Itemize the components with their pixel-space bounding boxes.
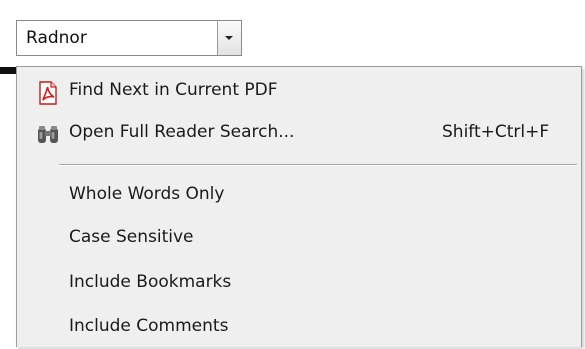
menu-item-label: Find Next in Current PDF — [69, 80, 278, 100]
menu-item-label: Include Bookmarks — [69, 272, 232, 292]
menu-item-include-comments[interactable]: Include Comments — [17, 307, 581, 349]
toolbar-edge — [0, 67, 16, 74]
menu-item-include-bookmarks[interactable]: Include Bookmarks — [17, 263, 581, 305]
binoculars-icon — [38, 126, 58, 143]
menu-item-open-full-search[interactable]: Open Full Reader Search... Shift+Ctrl+F — [17, 113, 581, 155]
menu-item-label: Open Full Reader Search... — [69, 122, 295, 142]
search-combo-value: Radnor — [26, 28, 87, 48]
menu-item-label: Whole Words Only — [69, 184, 225, 204]
search-options-menu: Find Next in Current PDF Open Full Reade… — [16, 66, 582, 347]
menu-item-label: Include Comments — [69, 316, 229, 336]
menu-item-find-next[interactable]: Find Next in Current PDF — [17, 71, 581, 113]
chevron-down-icon — [225, 36, 233, 40]
search-combo-box[interactable]: Radnor — [16, 20, 242, 56]
menu-item-case-sensitive[interactable]: Case Sensitive — [17, 218, 581, 260]
menu-separator — [59, 164, 577, 166]
menu-item-shortcut: Shift+Ctrl+F — [442, 122, 550, 142]
combo-dropdown-button[interactable] — [217, 21, 241, 55]
menu-item-whole-words[interactable]: Whole Words Only — [17, 175, 581, 217]
pdf-icon — [39, 81, 57, 105]
menu-item-label: Case Sensitive — [69, 227, 194, 247]
